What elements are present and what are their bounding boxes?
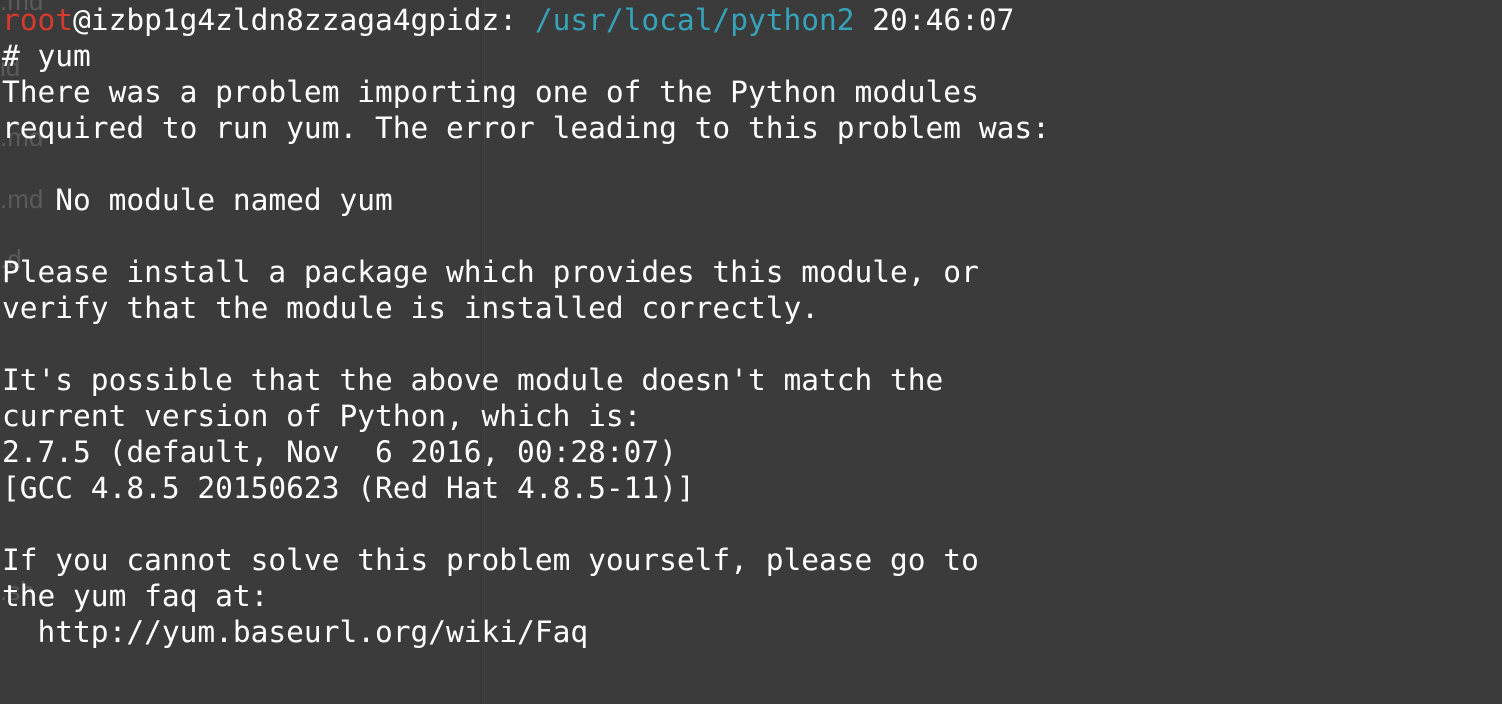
- prompt-user: root: [2, 3, 74, 37]
- command-line: # yum: [2, 39, 91, 73]
- terminal-output: root@izbp1g4zldn8zzaga4gpidz: /usr/local…: [2, 2, 1050, 650]
- terminal-window[interactable]: .md id .md .md .d .sh root@izbp1g4zldn8z…: [0, 0, 1502, 704]
- output-line: the yum faq at:: [2, 579, 269, 613]
- prompt-line: root@izbp1g4zldn8zzaga4gpidz: /usr/local…: [2, 2, 1050, 38]
- output-line: http://yum.baseurl.org/wiki/Faq: [2, 615, 589, 649]
- output-line: verify that the module is installed corr…: [2, 291, 819, 325]
- output-line: There was a problem importing one of the…: [2, 75, 979, 109]
- output-line: 2.7.5 (default, Nov 6 2016, 00:28:07): [2, 435, 677, 469]
- prompt-path: /usr/local/python2: [534, 3, 855, 37]
- output-line: [GCC 4.8.5 20150623 (Red Hat 4.8.5-11)]: [2, 471, 695, 505]
- output-line: No module named yum: [2, 183, 393, 217]
- output-line: required to run yum. The error leading t…: [2, 111, 1050, 145]
- prompt-time: 20:46:07: [872, 3, 1015, 37]
- output-line: current version of Python, which is:: [2, 399, 642, 433]
- output-line: It's possible that the above module does…: [2, 363, 944, 397]
- output-line: Please install a package which provides …: [2, 255, 979, 289]
- output-line: If you cannot solve this problem yoursel…: [2, 543, 979, 577]
- prompt-host: @izbp1g4zldn8zzaga4gpidz:: [73, 3, 518, 37]
